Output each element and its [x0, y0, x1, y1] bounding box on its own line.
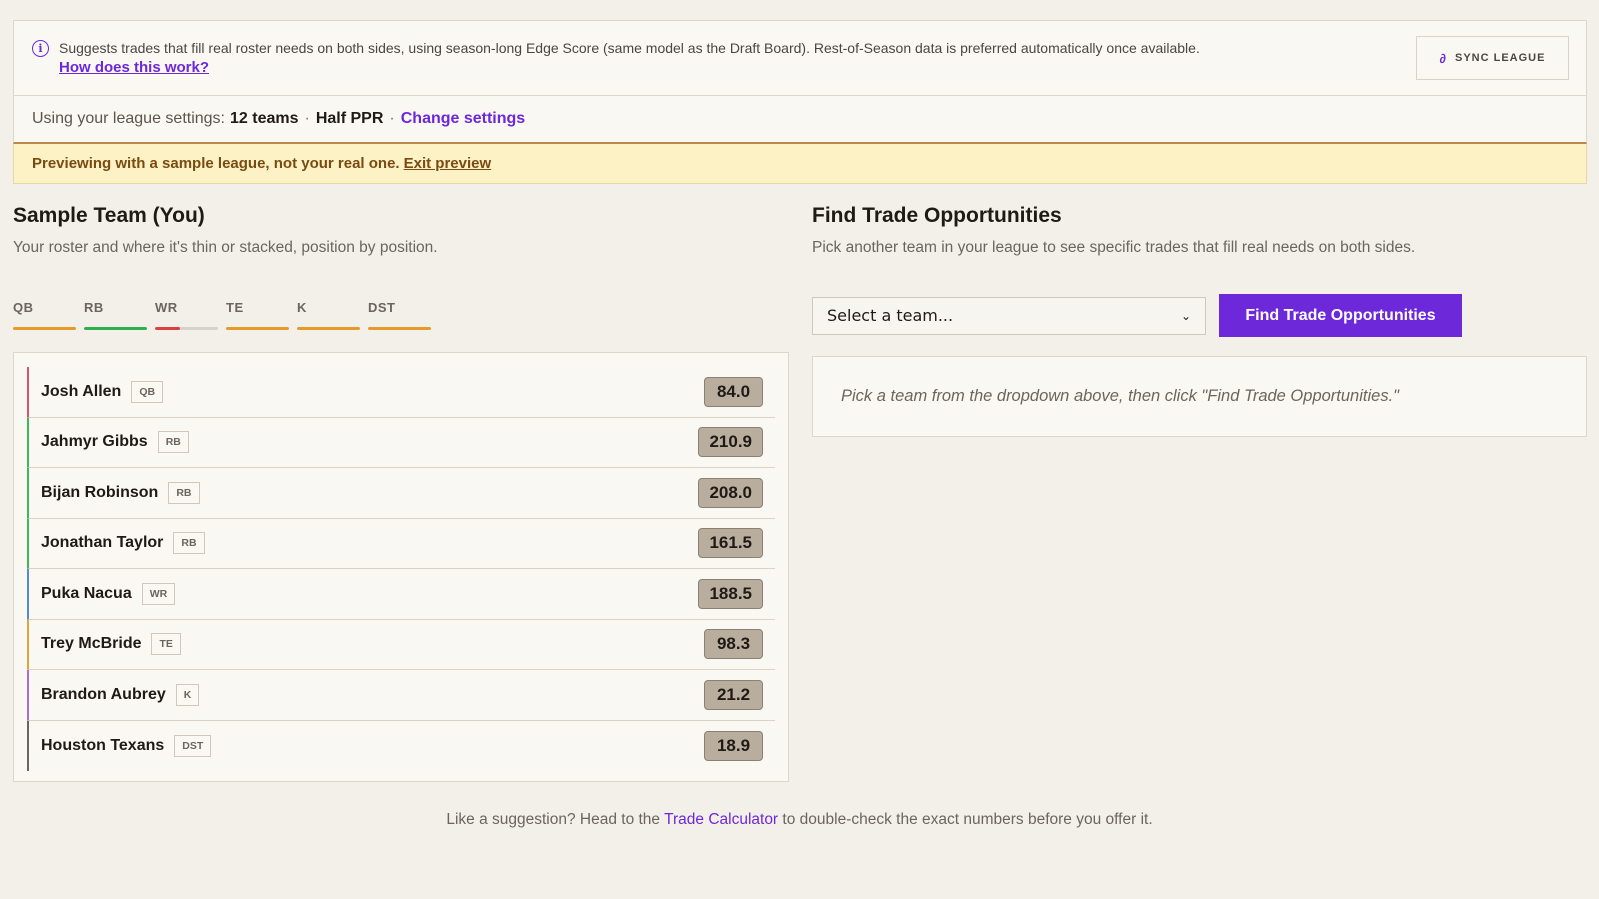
- player-name: Josh Allen: [41, 382, 122, 400]
- position-tab-te[interactable]: TE: [226, 300, 289, 330]
- position-tab-label: WR: [155, 300, 178, 315]
- position-tab-rb[interactable]: RB: [84, 300, 147, 330]
- position-tab-qb[interactable]: QB: [13, 300, 76, 330]
- footer-note: Like a suggestion? Head to the Trade Cal…: [0, 811, 1599, 829]
- team-select[interactable]: Select a team... ⌄: [812, 296, 1206, 335]
- position-tab-k[interactable]: K: [297, 300, 360, 330]
- position-strength-bar: [155, 327, 218, 330]
- position-tab-dst[interactable]: DST: [368, 300, 431, 330]
- preview-banner: Previewing with a sample league, not you…: [13, 144, 1587, 184]
- position-strength-bar: [13, 327, 76, 330]
- team-subtitle: Your roster and where it's thin or stack…: [13, 239, 438, 256]
- player-name: Bijan Robinson: [41, 483, 159, 501]
- finder-subtitle: Pick another team in your league to see …: [812, 239, 1416, 256]
- finder-title: Find Trade Opportunities: [812, 204, 1062, 227]
- how-does-this-work-link[interactable]: How does this work?: [59, 58, 1200, 77]
- trade-finder-section: Find Trade Opportunities Pick another te…: [812, 204, 1587, 437]
- edge-score-badge: 18.9: [704, 730, 763, 761]
- chevron-down-icon: ⌄: [1180, 308, 1191, 323]
- empty-state-text: Pick a team from the dropdown above, the…: [841, 387, 1400, 405]
- link-icon: ∂: [1439, 50, 1447, 66]
- roster-row[interactable]: Trey McBride TE 98.3: [27, 619, 775, 670]
- position-tab-label: K: [297, 300, 307, 315]
- sync-league-label: SYNC LEAGUE: [1454, 52, 1546, 64]
- position-tab-wr[interactable]: WR: [155, 300, 218, 330]
- footer-text-after: to double-check the exact numbers before…: [782, 811, 1153, 828]
- info-banner: i Suggests trades that fill real roster …: [13, 20, 1587, 96]
- page-container: i Suggests trades that fill real roster …: [13, 20, 1587, 782]
- trade-calculator-link[interactable]: Trade Calculator: [664, 811, 778, 828]
- roster-row[interactable]: Houston Texans DST 18.9: [27, 720, 775, 771]
- position-tab-label: RB: [84, 300, 104, 315]
- edge-score-badge: 188.5: [698, 578, 763, 609]
- find-trade-opportunities-button[interactable]: Find Trade Opportunities: [1219, 294, 1462, 337]
- preview-text: Previewing with a sample league, not you…: [32, 155, 400, 172]
- team-select-value: Select a team...: [827, 306, 954, 325]
- position-strength-fill: [368, 327, 431, 330]
- roster-list: Josh Allen QB 84.0 Jahmyr Gibbs RB 210.9 Bijan…: [13, 352, 789, 782]
- position-strength-fill: [226, 327, 289, 330]
- edge-score-badge: 210.9: [698, 427, 763, 458]
- position-strength-bar: [84, 327, 147, 330]
- results-empty-state: Pick a team from the dropdown above, the…: [812, 356, 1587, 437]
- position-strength-fill: [297, 327, 360, 330]
- edge-score-badge: 208.0: [698, 477, 763, 508]
- position-badge: K: [175, 683, 200, 706]
- edge-score-badge: 98.3: [704, 629, 763, 660]
- separator-dot: ·: [389, 110, 395, 127]
- position-badge: DST: [174, 734, 212, 757]
- finder-controls: Select a team... ⌄ Find Trade Opportunit…: [812, 294, 1587, 337]
- roster-row[interactable]: Bijan Robinson RB 208.0: [27, 468, 775, 519]
- position-badge: RB: [173, 532, 205, 555]
- position-badge: WR: [141, 582, 176, 605]
- info-text: Suggests trades that fill real roster ne…: [59, 39, 1200, 77]
- position-badge: QB: [131, 380, 164, 403]
- roster-row[interactable]: Josh Allen QB 84.0: [27, 367, 775, 418]
- roster-row[interactable]: Puka Nacua WR 188.5: [27, 569, 775, 620]
- settings-teams: 12 teams: [230, 110, 299, 127]
- player-name: Brandon Aubrey: [41, 685, 166, 703]
- sync-league-button[interactable]: ∂ SYNC LEAGUE: [1416, 36, 1569, 80]
- change-settings-link[interactable]: Change settings: [401, 110, 525, 128]
- player-name: Houston Texans: [41, 736, 165, 754]
- roster-row[interactable]: Brandon Aubrey K 21.2: [27, 670, 775, 721]
- player-name: Jonathan Taylor: [41, 534, 164, 552]
- player-name: Trey McBride: [41, 635, 142, 653]
- separator-dot: ·: [304, 110, 310, 127]
- position-strength-fill: [84, 327, 147, 330]
- position-strength-fill: [155, 327, 181, 330]
- player-name: Jahmyr Gibbs: [41, 433, 148, 451]
- info-icon: i: [32, 40, 49, 57]
- position-strength-fill: [13, 327, 76, 330]
- exit-preview-link[interactable]: Exit preview: [404, 155, 492, 172]
- team-title: Sample Team (You): [13, 204, 205, 227]
- position-badge: RB: [157, 431, 189, 454]
- team-section: Sample Team (You) Your roster and where …: [13, 204, 789, 782]
- position-tab-label: TE: [226, 300, 244, 315]
- footer-text-before: Like a suggestion? Head to the: [446, 811, 661, 828]
- edge-score-badge: 84.0: [704, 376, 763, 407]
- edge-score-badge: 161.5: [698, 528, 763, 559]
- roster-row[interactable]: Jahmyr Gibbs RB 210.9: [27, 417, 775, 468]
- info-description: Suggests trades that fill real roster ne…: [59, 40, 1200, 56]
- position-strength-bar: [368, 327, 431, 330]
- position-tabs: QB RB WR TE K DST: [13, 300, 789, 330]
- position-strength-bar: [297, 327, 360, 330]
- position-tab-label: DST: [368, 300, 396, 315]
- position-badge: TE: [151, 633, 181, 656]
- edge-score-badge: 21.2: [704, 679, 763, 710]
- league-settings-bar: Using your league settings: 12 teams · H…: [13, 96, 1587, 144]
- position-badge: RB: [168, 481, 200, 504]
- settings-prefix: Using your league settings:: [32, 110, 225, 127]
- roster-row[interactable]: Jonathan Taylor RB 161.5: [27, 518, 775, 569]
- player-name: Puka Nacua: [41, 584, 132, 602]
- settings-scoring: Half PPR: [315, 110, 384, 127]
- position-strength-bar: [226, 327, 289, 330]
- position-tab-label: QB: [13, 300, 34, 315]
